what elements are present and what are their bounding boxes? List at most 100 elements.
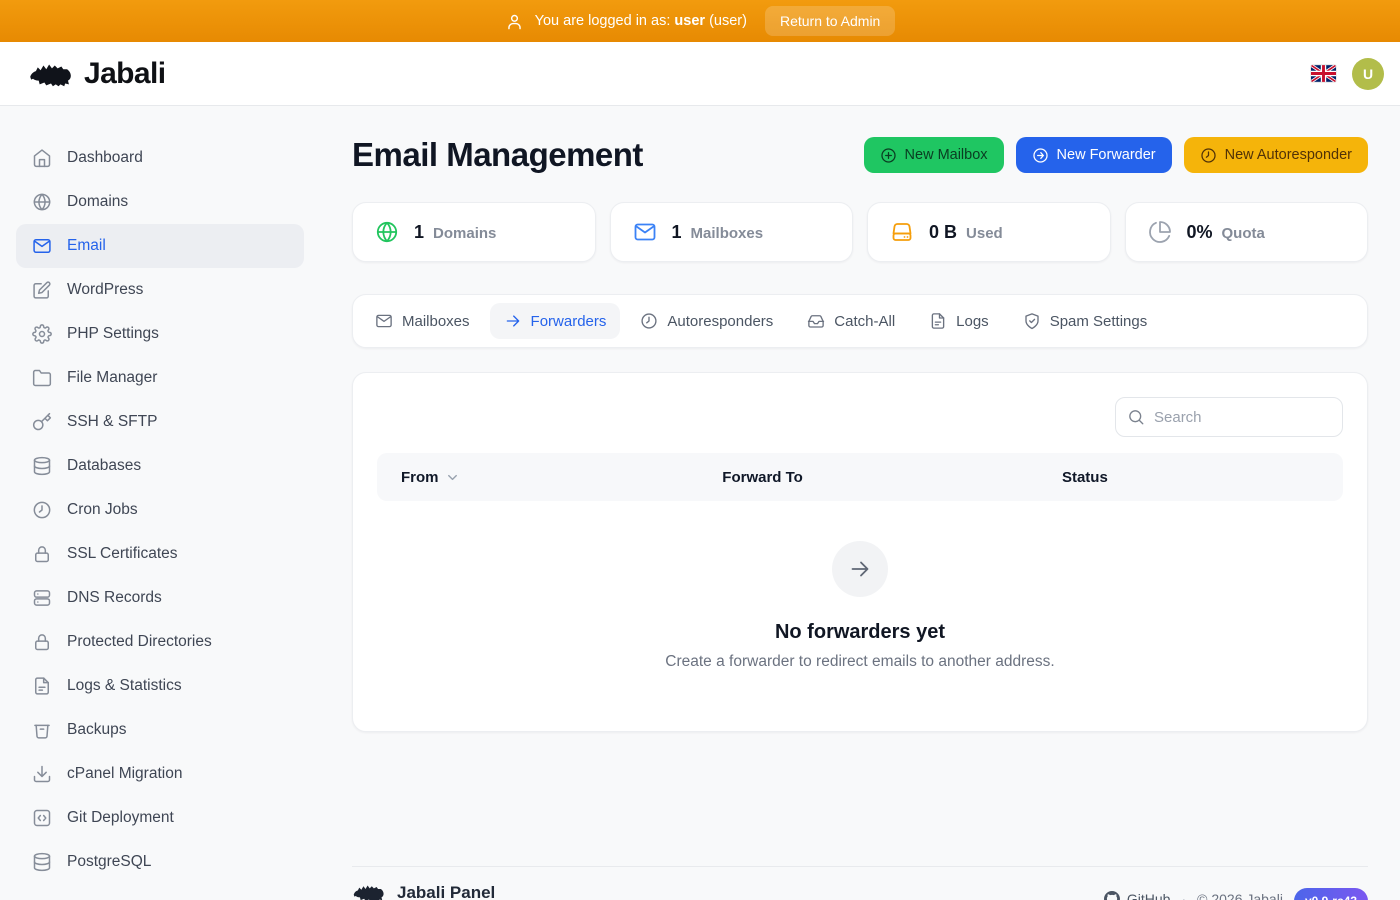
tab-mailboxes[interactable]: Mailboxes bbox=[361, 303, 484, 339]
pie-chart-icon bbox=[1148, 220, 1172, 244]
stat-value: 1 bbox=[414, 222, 424, 243]
impersonation-banner: You are logged in as: user (user) Return… bbox=[0, 0, 1400, 42]
language-flag-icon[interactable] bbox=[1311, 65, 1336, 82]
sidebar-item-dns-records[interactable]: DNS Records bbox=[16, 576, 304, 620]
inbox-icon bbox=[807, 312, 825, 330]
globe-icon bbox=[32, 192, 52, 212]
empty-state-subtitle: Create a forwarder to redirect emails to… bbox=[665, 653, 1054, 671]
clock-icon bbox=[32, 500, 52, 520]
sidebar-item-file-manager[interactable]: File Manager bbox=[16, 356, 304, 400]
main-content: Email Management New Mailbox New Forward… bbox=[320, 106, 1400, 900]
clock-icon bbox=[1200, 147, 1217, 164]
footer-separator: · bbox=[1181, 891, 1186, 900]
github-icon bbox=[1104, 891, 1120, 900]
column-header-status: Status bbox=[1062, 469, 1319, 486]
tab-catch-all[interactable]: Catch-All bbox=[793, 303, 909, 339]
file-text-icon bbox=[32, 676, 52, 696]
footer-copyright: © 2026 Jabali bbox=[1197, 891, 1283, 900]
page-title: Email Management bbox=[352, 136, 643, 174]
stat-card-mailboxes: 1 Mailboxes bbox=[610, 202, 854, 262]
home-icon bbox=[32, 148, 52, 168]
sidebar-nav: Dashboard Domains Email WordPress PHP Se… bbox=[0, 106, 320, 900]
sidebar-item-postgresql[interactable]: PostgreSQL bbox=[16, 840, 304, 884]
sidebar-item-email[interactable]: Email bbox=[16, 224, 304, 268]
sidebar-item-wordpress[interactable]: WordPress bbox=[16, 268, 304, 312]
stat-card-domains: 1 Domains bbox=[352, 202, 596, 262]
tab-spam-settings[interactable]: Spam Settings bbox=[1009, 303, 1162, 339]
sidebar-item-label: Databases bbox=[67, 457, 141, 475]
trash-icon bbox=[32, 720, 52, 740]
key-icon bbox=[32, 412, 52, 432]
stat-value: 0 B bbox=[929, 222, 957, 243]
sidebar-item-label: DNS Records bbox=[67, 589, 162, 607]
empty-state-title: No forwarders yet bbox=[775, 621, 945, 644]
sidebar-item-label: Domains bbox=[67, 193, 128, 211]
sidebar-item-label: Git Deployment bbox=[67, 809, 174, 827]
user-icon bbox=[505, 12, 524, 31]
new-autoresponder-button[interactable]: New Autoresponder bbox=[1184, 137, 1368, 173]
arrow-right-circle-icon bbox=[1032, 147, 1049, 164]
boar-logo-icon bbox=[28, 57, 74, 91]
plus-circle-icon bbox=[880, 147, 897, 164]
sidebar-item-label: Protected Directories bbox=[67, 633, 212, 651]
sidebar-item-cron-jobs[interactable]: Cron Jobs bbox=[16, 488, 304, 532]
sidebar-item-domains[interactable]: Domains bbox=[16, 180, 304, 224]
sidebar-item-label: SSL Certificates bbox=[67, 545, 178, 563]
github-link[interactable]: GitHub bbox=[1104, 891, 1171, 900]
mail-icon bbox=[633, 220, 657, 244]
stat-label: Mailboxes bbox=[691, 225, 764, 242]
sidebar-item-backups[interactable]: Backups bbox=[16, 708, 304, 752]
clock-icon bbox=[640, 312, 658, 330]
sidebar-item-label: Logs & Statistics bbox=[67, 677, 182, 695]
return-to-admin-button[interactable]: Return to Admin bbox=[765, 6, 895, 36]
search-box bbox=[1115, 397, 1343, 437]
sidebar-item-cpanel-migration[interactable]: cPanel Migration bbox=[16, 752, 304, 796]
database-icon bbox=[32, 852, 52, 872]
sidebar-item-label: PostgreSQL bbox=[67, 853, 151, 871]
download-icon bbox=[32, 764, 52, 784]
tab-autoresponders[interactable]: Autoresponders bbox=[626, 303, 787, 339]
search-icon bbox=[1127, 408, 1145, 426]
stat-label: Used bbox=[966, 225, 1003, 242]
lock-icon bbox=[32, 544, 52, 564]
stat-label: Domains bbox=[433, 225, 496, 242]
sidebar-item-partial[interactable] bbox=[16, 896, 304, 900]
new-mailbox-button[interactable]: New Mailbox bbox=[864, 137, 1004, 173]
sidebar-item-label: Email bbox=[67, 237, 106, 255]
new-forwarder-button[interactable]: New Forwarder bbox=[1016, 137, 1172, 173]
stat-card-quota: 0% Quota bbox=[1125, 202, 1369, 262]
arrow-right-icon bbox=[848, 557, 872, 581]
column-header-from[interactable]: From bbox=[401, 469, 722, 486]
sidebar-item-protected-directories[interactable]: Protected Directories bbox=[16, 620, 304, 664]
empty-state-icon-wrap bbox=[832, 541, 888, 597]
gear-icon bbox=[32, 324, 52, 344]
sidebar-item-php-settings[interactable]: PHP Settings bbox=[16, 312, 304, 356]
sidebar-item-git-deployment[interactable]: Git Deployment bbox=[16, 796, 304, 840]
edit-icon bbox=[32, 280, 52, 300]
sidebar-item-ssh-sftp[interactable]: SSH & SFTP bbox=[16, 400, 304, 444]
arrow-right-icon bbox=[504, 312, 522, 330]
sidebar-item-ssl-certificates[interactable]: SSL Certificates bbox=[16, 532, 304, 576]
sidebar-item-databases[interactable]: Databases bbox=[16, 444, 304, 488]
folder-icon bbox=[32, 368, 52, 388]
sidebar-item-dashboard[interactable]: Dashboard bbox=[16, 136, 304, 180]
search-input[interactable] bbox=[1115, 397, 1343, 437]
sidebar-item-label: Cron Jobs bbox=[67, 501, 138, 519]
hard-drive-icon bbox=[890, 220, 914, 244]
sidebar-item-label: Backups bbox=[67, 721, 126, 739]
login-message-prefix: You are logged in as: bbox=[535, 13, 671, 29]
email-tabs: Mailboxes Forwarders Autoresponders Catc… bbox=[352, 294, 1368, 348]
login-message: You are logged in as: user (user) bbox=[505, 12, 747, 31]
sidebar-item-label: File Manager bbox=[67, 369, 157, 387]
sidebar-item-label: WordPress bbox=[67, 281, 143, 299]
globe-icon bbox=[375, 220, 399, 244]
stat-card-used: 0 B Used bbox=[867, 202, 1111, 262]
mail-icon bbox=[375, 312, 393, 330]
sidebar-item-label: PHP Settings bbox=[67, 325, 159, 343]
user-avatar[interactable]: U bbox=[1352, 58, 1384, 90]
sidebar-item-logs-statistics[interactable]: Logs & Statistics bbox=[16, 664, 304, 708]
tab-forwarders[interactable]: Forwarders bbox=[490, 303, 621, 339]
brand-name: Jabali bbox=[84, 57, 165, 91]
tab-logs[interactable]: Logs bbox=[915, 303, 1003, 339]
brand: Jabali bbox=[28, 57, 165, 91]
